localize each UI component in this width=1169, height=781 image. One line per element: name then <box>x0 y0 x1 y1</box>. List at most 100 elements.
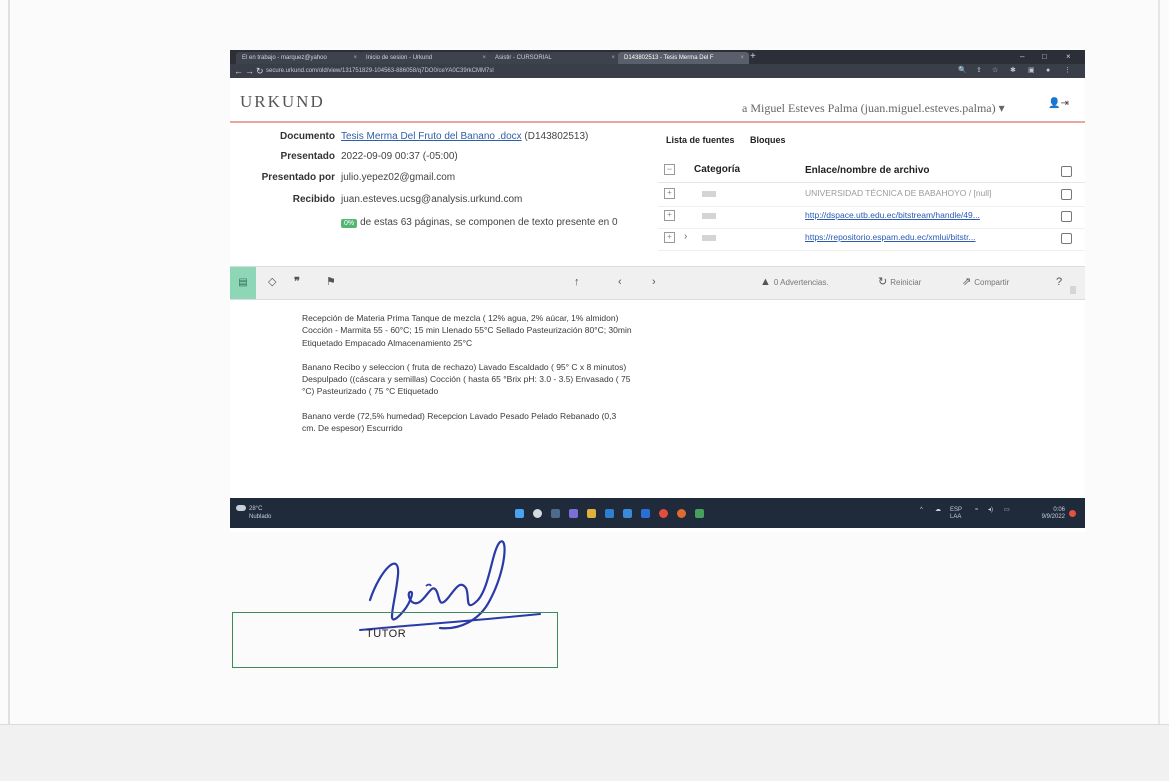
urkund-app: URKUND a Miguel Esteves Palma (juan.migu… <box>230 78 1085 316</box>
similarity-badge: 0% <box>341 219 358 228</box>
edge-icon[interactable] <box>605 509 614 518</box>
source-row[interactable]: + › https://repositorio.espam.edu.ec/xml… <box>658 228 1085 251</box>
clock[interactable]: 0:06 9/9/2022 <box>1027 507 1065 521</box>
minimize-icon[interactable]: – <box>1020 51 1024 63</box>
tray-chevron-icon[interactable]: ^ <box>920 507 923 514</box>
share-button[interactable]: ⇗ Compartir <box>962 274 1009 291</box>
source-row[interactable]: + UNIVERSIDAD TÉCNICA DE BABAHOYO / [nul… <box>658 184 1085 207</box>
chevron-left-icon[interactable]: ‹ <box>618 274 622 290</box>
back-icon[interactable]: ← <box>234 65 243 77</box>
share-page-icon[interactable]: ⇪ <box>976 66 982 76</box>
browser-tab-1[interactable]: El en trabajo - marquez@yahoo × <box>236 52 362 64</box>
help-icon[interactable]: ? <box>1056 274 1062 290</box>
bookmark-star-icon[interactable]: ☆ <box>992 66 998 76</box>
chevron-right-icon[interactable]: › <box>684 231 687 242</box>
store-icon[interactable] <box>623 509 632 518</box>
close-icon[interactable]: × <box>611 52 615 64</box>
tab-lista-de-fuentes[interactable]: Lista de fuentes <box>666 135 735 145</box>
document-text: Recepción de Materia Prima Tanque de mez… <box>302 312 632 446</box>
browser-menu-icon[interactable]: ⋮ <box>1064 66 1071 76</box>
warning-icon: ▲ <box>760 276 771 288</box>
user-menu[interactable]: a Miguel Esteves Palma (juan.miguel.este… <box>742 101 1005 116</box>
tray-cloud-icon[interactable]: ☁ <box>935 507 941 514</box>
source-link[interactable]: https://repositorio.espam.edu.ec/xmlui/b… <box>805 232 976 242</box>
language-indicator[interactable]: ESP LAA <box>950 507 962 521</box>
tab-bloques[interactable]: Bloques <box>750 135 786 145</box>
warnings-button[interactable]: ▲ 0 Advertencias. <box>760 274 829 291</box>
expand-icon[interactable]: + <box>664 210 675 221</box>
browser-address-bar: ← → ↻ secure.urkund.com/old/view/1317518… <box>230 64 1085 78</box>
documento-label: Documento <box>280 131 335 142</box>
presentado-value: 2022-09-09 00:37 (-05:00) <box>341 151 458 162</box>
forward-icon[interactable]: → <box>245 65 254 77</box>
url-field[interactable]: secure.urkund.com/old/view/131751829-104… <box>266 66 766 76</box>
urkund-logo: URKUND <box>240 92 325 111</box>
link-column-header: Enlace/nombre de archivo <box>805 165 930 176</box>
browser-tab-3[interactable]: Asistir - CURSORIAL × <box>489 52 620 64</box>
urkund-toolbar: ▤ ◇ ❞ ⚑ ↑ ‹ › ▲ 0 Advertencias. ↻ Reinicia… <box>230 266 1085 300</box>
chevron-right-icon[interactable]: › <box>652 274 656 290</box>
task-view-icon[interactable] <box>551 509 560 518</box>
quote-icon[interactable]: ❞ <box>294 274 300 290</box>
overview-icon[interactable]: ▤ <box>230 267 256 299</box>
source-checkbox[interactable] <box>1061 233 1072 244</box>
weather-widget[interactable]: 28°C Nublado <box>236 505 271 521</box>
restart-button[interactable]: ↻ Reiniciar <box>878 274 921 291</box>
select-all-checkbox[interactable] <box>1061 166 1072 177</box>
source-link[interactable]: http://dspace.utb.edu.ec/bitstream/handl… <box>805 210 980 220</box>
printed-screenshot: El en trabajo - marquez@yahoo × Inicio de… <box>230 50 1085 532</box>
word-icon[interactable] <box>641 509 650 518</box>
source-checkbox[interactable] <box>1061 189 1072 200</box>
windows-taskbar: 28°C Nublado ^ ☁ ESP LAA ≈ ◂) ▭ 0:06 9/9/20… <box>230 498 1085 528</box>
notification-icon[interactable] <box>1069 510 1076 517</box>
start-icon[interactable] <box>515 509 524 518</box>
reload-icon[interactable]: ↻ <box>256 65 264 77</box>
search-icon[interactable] <box>533 509 542 518</box>
tutor-box <box>232 612 558 668</box>
expand-icon[interactable]: + <box>664 232 675 243</box>
tutor-label: TUTOR <box>366 628 407 640</box>
battery-icon[interactable]: ▭ <box>1004 507 1010 514</box>
maximize-icon[interactable]: □ <box>1042 51 1047 63</box>
source-checkbox[interactable] <box>1061 211 1072 222</box>
close-icon[interactable]: × <box>353 52 357 64</box>
source-row[interactable]: + http://dspace.utb.edu.ec/bitstream/han… <box>658 206 1085 229</box>
tag-icon[interactable]: ⚑ <box>326 274 336 290</box>
browser-tab-4[interactable]: D143802513 - Tesis Merma Del F × <box>618 52 749 64</box>
browser-tab-2[interactable]: Inicio de sesion - Urkund × <box>360 52 491 64</box>
presentado-por-value: julio.yepez02@gmail.com <box>341 172 456 183</box>
zoom-icon[interactable]: 🔍 <box>958 66 967 76</box>
close-icon[interactable]: × <box>740 52 744 64</box>
documento-value[interactable]: Tesis Merma Del Fruto del Banano .docx (… <box>341 131 588 142</box>
paper-left-edge <box>8 0 10 725</box>
target-icon[interactable]: ◇ <box>268 274 276 290</box>
close-window-icon[interactable]: × <box>1066 51 1071 63</box>
speaker-icon[interactable]: ◂) <box>988 507 993 514</box>
close-icon[interactable]: × <box>482 52 486 64</box>
teams-icon[interactable] <box>569 509 578 518</box>
arrow-up-icon[interactable]: ↑ <box>574 274 580 290</box>
paper-bottom-fold <box>0 724 1169 781</box>
scrollbar-thumb[interactable] <box>1070 286 1076 294</box>
new-tab-icon[interactable]: + <box>750 51 756 63</box>
category-column-header[interactable]: Categoría <box>694 164 740 175</box>
chrome-icon[interactable] <box>659 509 668 518</box>
app-icon[interactable] <box>695 509 704 518</box>
expand-icon[interactable]: + <box>664 188 675 199</box>
wifi-icon[interactable]: ≈ <box>975 507 978 514</box>
user-logout-icon[interactable]: 👤⇥ <box>1048 98 1069 109</box>
collapse-all-icon[interactable]: − <box>664 164 675 175</box>
source-link: UNIVERSIDAD TÉCNICA DE BABAHOYO / [null] <box>805 188 992 198</box>
sidebar-icon[interactable]: ▣ <box>1028 66 1035 76</box>
header-divider <box>230 121 1085 123</box>
paper-right-edge <box>1158 0 1160 725</box>
recibido-value: juan.esteves.ucsg@analysis.urkund.com <box>341 194 523 205</box>
sources-header: − Categoría Enlace/nombre de archivo <box>658 158 1085 183</box>
file-explorer-icon[interactable] <box>587 509 596 518</box>
refresh-icon: ↻ <box>878 276 888 288</box>
firefox-icon[interactable] <box>677 509 686 518</box>
extensions-icon[interactable]: ✱ <box>1010 66 1016 76</box>
profile-icon[interactable]: ● <box>1046 66 1050 76</box>
category-icon <box>702 191 716 197</box>
category-icon <box>702 235 716 241</box>
